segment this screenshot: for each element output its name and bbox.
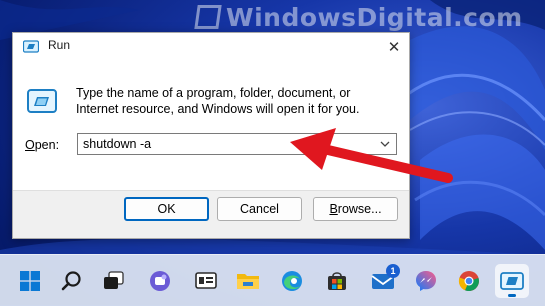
close-button[interactable]: ✕ (379, 33, 409, 60)
widgets-button[interactable] (189, 264, 223, 298)
dialog-footer: OK Cancel Browse... (13, 190, 409, 238)
folder-icon (237, 274, 259, 289)
open-input[interactable] (78, 134, 374, 154)
search-button[interactable] (55, 264, 89, 298)
widgets-icon (195, 272, 217, 289)
task-view-button[interactable] (97, 264, 131, 298)
dialog-description: Type the name of a program, folder, docu… (76, 86, 360, 116)
chat-button[interactable] (143, 264, 177, 298)
store-icon (328, 272, 346, 290)
search-icon (61, 271, 81, 291)
chat-icon (150, 271, 170, 291)
run-dialog: Run ✕ Type the name of a program, folder… (12, 32, 410, 239)
watermark-text: WindowsDigital.com (226, 2, 523, 32)
browse-button[interactable]: Browse... (313, 197, 398, 221)
browse-label: rowse... (337, 202, 382, 216)
active-indicator (508, 294, 516, 297)
windows-logo-icon (20, 271, 40, 291)
cancel-button[interactable]: Cancel (217, 197, 302, 221)
store-button[interactable] (320, 264, 354, 298)
watermark: WindowsDigital.com (194, 0, 523, 34)
open-label-hotkey: O (25, 138, 35, 152)
taskbar: 1 (0, 254, 545, 306)
messenger-icon (416, 271, 436, 291)
dialog-title: Run (48, 38, 71, 52)
ok-button[interactable]: OK (124, 197, 209, 221)
messenger-button[interactable] (409, 264, 443, 298)
run-icon (23, 40, 39, 53)
close-icon: ✕ (387, 37, 401, 56)
dialog-content: Type the name of a program, folder, docu… (13, 60, 409, 190)
browse-hotkey: B (329, 202, 338, 216)
chevron-down-icon[interactable] (378, 137, 392, 151)
run-program-icon (27, 89, 57, 113)
file-explorer-button[interactable] (231, 264, 265, 298)
dialog-titlebar[interactable]: Run ✕ (13, 33, 409, 60)
open-label: Open: (25, 138, 59, 152)
open-label-text: pen: (34, 138, 60, 152)
mail-button[interactable]: 1 (366, 264, 400, 298)
run-icon (500, 272, 524, 290)
chrome-icon (458, 271, 479, 292)
run-taskbar-button[interactable] (495, 264, 529, 298)
chrome-button[interactable] (452, 264, 486, 298)
start-button[interactable] (13, 264, 47, 298)
edge-button[interactable] (275, 264, 309, 298)
mail-badge: 1 (386, 264, 400, 278)
task-view-icon (104, 271, 124, 289)
open-combobox[interactable] (77, 133, 397, 155)
watermark-logo-icon (194, 5, 222, 29)
edge-icon (282, 271, 302, 291)
